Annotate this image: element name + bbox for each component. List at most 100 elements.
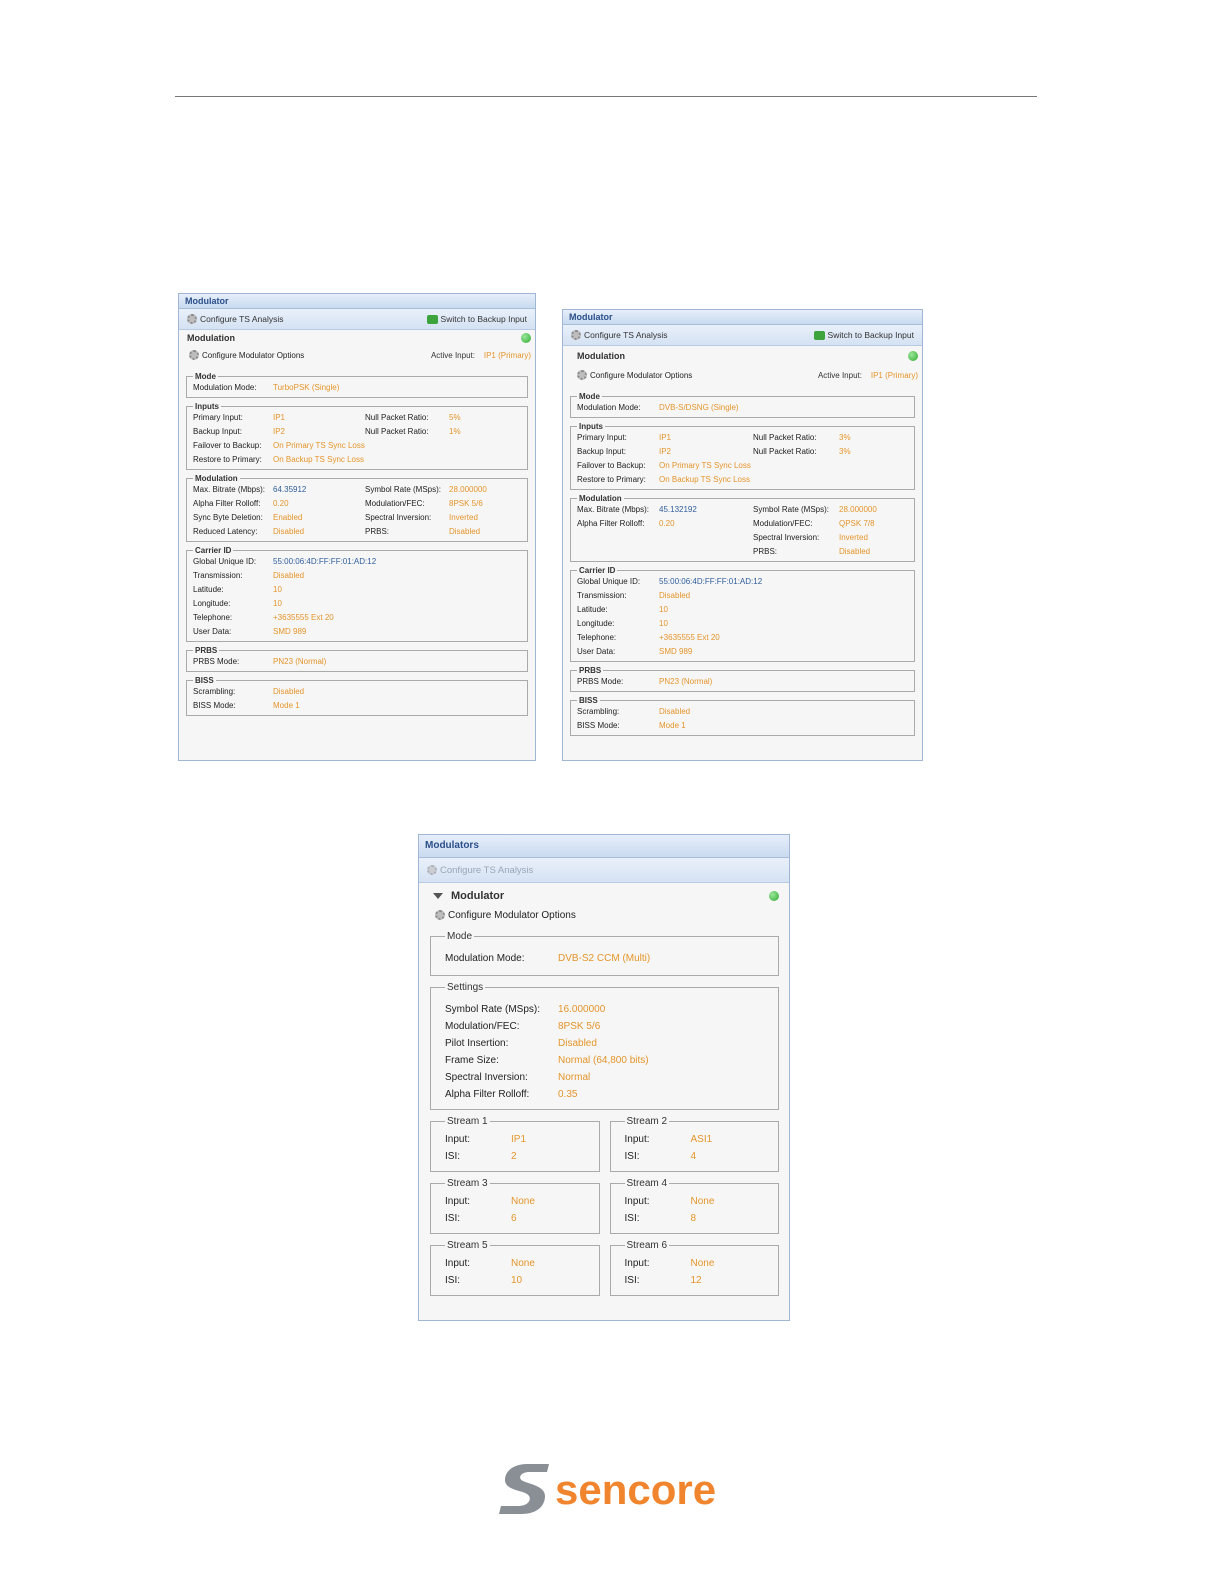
backup-input-value[interactable]: IP2 — [659, 446, 753, 458]
stream-input-value[interactable]: IP1 — [511, 1133, 589, 1146]
symbol-rate-value[interactable]: 16.000000 — [558, 1003, 768, 1016]
configure-ts-analysis-button[interactable]: Configure TS Analysis — [427, 865, 533, 876]
restore-value[interactable]: On Backup TS Sync Loss — [273, 454, 521, 466]
configure-modulator-options-button[interactable]: Configure Modulator Options — [189, 350, 304, 360]
settings-group: Settings Symbol Rate (MSps): 16.000000 Mo… — [430, 982, 779, 1110]
prbs-value[interactable]: Disabled — [449, 526, 521, 538]
spectral-inversion-value[interactable]: Inverted — [839, 532, 908, 544]
transmission-value[interactable]: Disabled — [659, 590, 908, 602]
section-header[interactable]: Modulator — [419, 887, 789, 905]
configure-modulator-options-button[interactable]: Configure Modulator Options — [435, 910, 576, 921]
section-header: Modulation — [179, 330, 535, 346]
longitude-value[interactable]: 10 — [273, 598, 521, 610]
symbol-rate-value[interactable]: 28.000000 — [839, 504, 908, 516]
prbs-mode-value[interactable]: PN23 (Normal) — [659, 676, 908, 688]
prbs-group: PRBS PRBS Mode: PN23 (Normal) — [570, 666, 915, 692]
modulation-group: Modulation Max. Bitrate (Mbps): 45.132192… — [570, 494, 915, 562]
status-led-icon — [769, 891, 779, 901]
options-row: Configure Modulator Options Active Input… — [179, 346, 535, 364]
stream-isi-value[interactable]: 2 — [511, 1150, 589, 1163]
modulation-fec-value[interactable]: QPSK 7/8 — [839, 518, 908, 530]
failover-value[interactable]: On Primary TS Sync Loss — [659, 460, 908, 472]
modulation-mode-value[interactable]: DVB-S2 CCM (Multi) — [558, 952, 768, 965]
alpha-rolloff-value[interactable]: 0.35 — [558, 1088, 768, 1101]
stream-6-group: Stream 6 Input: None ISI: 12 — [609, 1240, 779, 1296]
carrier-id-group: Carrier ID Global Unique ID: 55:00:06:4D:… — [186, 546, 528, 642]
backup-input-value[interactable]: IP2 — [273, 426, 365, 438]
scrambling-value[interactable]: Disabled — [273, 686, 521, 698]
logo-mark-icon — [499, 1464, 549, 1514]
biss-group: BISS Scrambling: Disabled BISS Mode: Mode … — [186, 676, 528, 716]
primary-input-value[interactable]: IP1 — [659, 432, 753, 444]
null-ratio-2-value[interactable]: 1% — [449, 426, 521, 438]
user-data-value[interactable]: SMD 989 — [659, 646, 908, 658]
status-led-icon — [908, 351, 918, 361]
restore-value[interactable]: On Backup TS Sync Loss — [659, 474, 908, 486]
gear-icon — [427, 865, 437, 875]
stream-isi-value[interactable]: 4 — [691, 1150, 769, 1163]
switch-to-backup-button[interactable]: Switch to Backup Input — [813, 330, 914, 340]
spectral-inversion-value[interactable]: Normal — [558, 1071, 768, 1084]
switch-to-backup-button[interactable]: Switch to Backup Input — [426, 314, 527, 324]
biss-group: BISS Scrambling: Disabled BISS Mode: Mode … — [570, 696, 915, 736]
alpha-rolloff-value[interactable]: 0.20 — [659, 518, 753, 530]
active-input: Active Input: IP1 (Primary) — [430, 350, 531, 360]
configure-ts-analysis-button[interactable]: Configure TS Analysis — [571, 330, 667, 340]
biss-mode-value[interactable]: Mode 1 — [273, 700, 521, 712]
stream-input-value[interactable]: None — [511, 1257, 589, 1270]
modulation-mode-value[interactable]: DVB-S/DSNG (Single) — [659, 402, 908, 414]
stream-isi-value[interactable]: 10 — [511, 1274, 589, 1287]
latitude-value[interactable]: 10 — [273, 584, 521, 596]
scrambling-value[interactable]: Disabled — [659, 706, 908, 718]
frame-size-value[interactable]: Normal (64,800 bits) — [558, 1054, 768, 1067]
biss-mode-value[interactable]: Mode 1 — [659, 720, 908, 732]
null-ratio-1-value[interactable]: 5% — [449, 412, 521, 424]
telephone-value[interactable]: +3635555 Ext 20 — [273, 612, 521, 624]
stream-isi-value[interactable]: 6 — [511, 1212, 589, 1225]
stream-1-group: Stream 1 Input: IP1 ISI: 2 — [430, 1116, 600, 1172]
max-bitrate-value: 64.35912 — [273, 485, 307, 494]
longitude-value[interactable]: 10 — [659, 618, 908, 630]
inputs-group: Inputs Primary Input: IP1 Null Packet Rat… — [186, 402, 528, 470]
mode-group: Mode Modulation Mode: DVB-S/DSNG (Single) — [570, 392, 915, 418]
modulation-fec-value[interactable]: 8PSK 5/6 — [449, 498, 521, 510]
stream-4-group: Stream 4 Input: None ISI: 8 — [609, 1178, 779, 1234]
stream-input-value[interactable]: None — [511, 1195, 589, 1208]
transmission-value[interactable]: Disabled — [273, 570, 521, 582]
guid-value: 55:00:06:4D:FF:FF:01:AD:12 — [273, 557, 377, 566]
stream-isi-value[interactable]: 12 — [691, 1274, 769, 1287]
reduced-latency-value[interactable]: Disabled — [273, 526, 365, 538]
collapse-arrow-icon[interactable] — [433, 893, 443, 899]
symbol-rate-value[interactable]: 28.000000 — [449, 484, 521, 496]
prbs-mode-value[interactable]: PN23 (Normal) — [273, 656, 521, 668]
configure-modulator-options-button[interactable]: Configure Modulator Options — [577, 370, 692, 380]
panel-title: Modulator — [563, 310, 922, 325]
latitude-value[interactable]: 10 — [659, 604, 908, 616]
user-data-value[interactable]: SMD 989 — [273, 626, 521, 638]
configure-ts-analysis-button[interactable]: Configure TS Analysis — [187, 314, 283, 324]
options-row: Configure Modulator Options Active Input… — [563, 366, 922, 384]
telephone-value[interactable]: +3635555 Ext 20 — [659, 632, 908, 644]
null-ratio-2-value[interactable]: 3% — [839, 446, 908, 458]
modulators-panel-multi: Modulators Configure TS Analysis Modulat… — [418, 834, 790, 1321]
stream-input-value[interactable]: None — [691, 1257, 769, 1270]
stream-5-group: Stream 5 Input: None ISI: 10 — [430, 1240, 600, 1296]
stream-isi-value[interactable]: 8 — [691, 1212, 769, 1225]
panel-toolbar: Configure TS Analysis Switch to Backup I… — [563, 325, 922, 346]
modulator-panel-turbopsk: Modulator Configure TS Analysis Switch t… — [178, 293, 536, 761]
sync-byte-value[interactable]: Enabled — [273, 512, 365, 524]
stream-input-value[interactable]: ASI1 — [691, 1133, 769, 1146]
streams-grid: Stream 1 Input: IP1 ISI: 2 Stream 2 Input:… — [430, 1110, 779, 1296]
modulation-fec-value[interactable]: 8PSK 5/6 — [558, 1020, 768, 1033]
prbs-value[interactable]: Disabled — [839, 546, 908, 558]
primary-input-value[interactable]: IP1 — [273, 412, 365, 424]
stream-input-value[interactable]: None — [691, 1195, 769, 1208]
failover-value[interactable]: On Primary TS Sync Loss — [273, 440, 521, 452]
spectral-inversion-value[interactable]: Inverted — [449, 512, 521, 524]
alpha-rolloff-value[interactable]: 0.20 — [273, 498, 365, 510]
modulation-mode-value[interactable]: TurboPSK (Single) — [273, 382, 521, 394]
null-ratio-1-value[interactable]: 3% — [839, 432, 908, 444]
pilot-insertion-value[interactable]: Disabled — [558, 1037, 768, 1050]
panel-toolbar: Configure TS Analysis — [419, 858, 789, 883]
prbs-group: PRBS PRBS Mode: PN23 (Normal) — [186, 646, 528, 672]
